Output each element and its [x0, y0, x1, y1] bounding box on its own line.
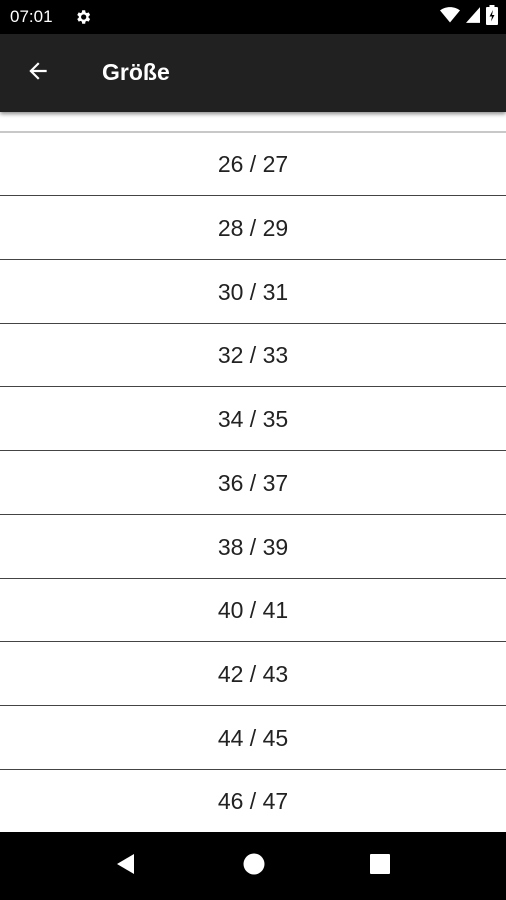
- home-circle-icon: [242, 852, 266, 881]
- list-item[interactable]: 36 / 37: [0, 452, 506, 515]
- screen: 07:01 Größe 26 / 27 28 / 29 30 / 31 32 /…: [0, 0, 506, 900]
- gear-icon: [74, 8, 92, 26]
- status-icons: [440, 4, 498, 30]
- list-item[interactable]: 46 / 47: [0, 770, 506, 832]
- status-bar: 07:01: [0, 0, 506, 34]
- signal-icon: [466, 6, 480, 29]
- list-item[interactable]: 28 / 29: [0, 197, 506, 260]
- list-item[interactable]: 30 / 31: [0, 261, 506, 324]
- size-list[interactable]: 26 / 27 28 / 29 30 / 31 32 / 33 34 / 35 …: [0, 112, 506, 832]
- arrow-left-icon: [25, 58, 51, 89]
- nav-recents-button[interactable]: [366, 852, 394, 880]
- toolbar: Größe: [0, 34, 506, 112]
- status-time: 07:01: [10, 7, 53, 26]
- back-button[interactable]: [14, 49, 62, 97]
- list-item[interactable]: 26 / 27: [0, 133, 506, 196]
- back-triangle-icon: [114, 852, 138, 881]
- wifi-icon: [440, 6, 460, 29]
- recents-square-icon: [368, 852, 392, 881]
- battery-icon: [486, 4, 498, 30]
- nav-home-button[interactable]: [240, 852, 268, 880]
- list-item[interactable]: 38 / 39: [0, 516, 506, 579]
- list-item[interactable]: 44 / 45: [0, 707, 506, 770]
- system-nav-bar: [0, 832, 506, 900]
- list-item[interactable]: 40 / 41: [0, 579, 506, 642]
- page-title: Größe: [102, 59, 170, 85]
- nav-back-button[interactable]: [112, 852, 140, 880]
- list-item[interactable]: 42 / 43: [0, 643, 506, 706]
- list-item[interactable]: 32 / 33: [0, 324, 506, 387]
- list-item[interactable]: 34 / 35: [0, 388, 506, 451]
